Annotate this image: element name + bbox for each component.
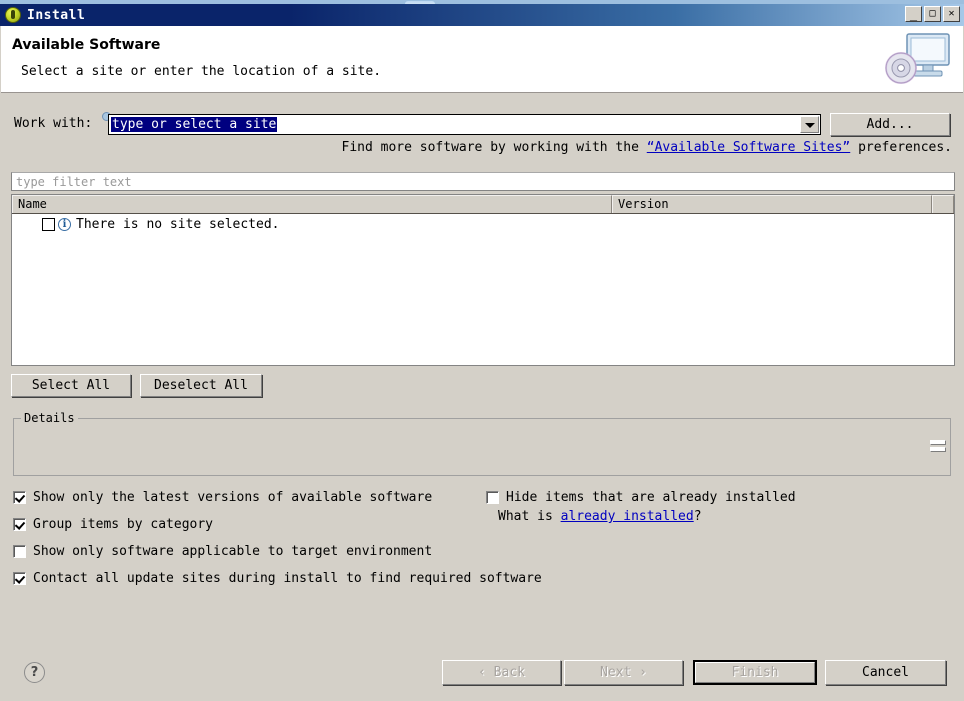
close-button[interactable]: ✕: [943, 6, 960, 22]
option-contact-all-update-sites[interactable]: Contact all update sites during install …: [13, 571, 542, 586]
already-installed-link[interactable]: already installed: [561, 509, 694, 524]
dialog-body: Work with: type or select a site Add... …: [1, 94, 963, 700]
option-label: Show only the latest versions of availab…: [33, 490, 433, 505]
what-is-already-installed: What is already installed?: [498, 509, 702, 524]
option-applicable-to-target[interactable]: Show only software applicable to target …: [13, 544, 432, 559]
what-is-text-after: ?: [693, 509, 702, 524]
option-label: Show only software applicable to target …: [33, 544, 433, 559]
add-site-button[interactable]: Add...: [830, 113, 950, 136]
back-button[interactable]: ‹ Back: [442, 660, 561, 685]
eclipse-install-icon: [5, 7, 21, 23]
option-label: Group items by category: [33, 517, 214, 532]
column-header-version[interactable]: Version: [612, 195, 932, 213]
minimize-button[interactable]: _: [905, 6, 922, 22]
page-subtitle: Select a site or enter the location of a…: [21, 64, 382, 79]
maximize-icon: □: [929, 8, 936, 19]
dialog-banner: Available Software Select a site or ente…: [1, 26, 963, 93]
option-checkbox[interactable]: [13, 518, 26, 531]
work-with-input[interactable]: type or select a site: [111, 117, 278, 132]
option-checkbox[interactable]: [13, 491, 26, 504]
work-with-combo[interactable]: type or select a site: [108, 114, 821, 135]
chevron-down-icon[interactable]: [800, 116, 819, 133]
info-icon: i: [58, 217, 71, 231]
what-is-text-before: What is: [498, 509, 561, 524]
deselect-all-button[interactable]: Deselect All: [140, 374, 262, 397]
option-label: Contact all update sites during install …: [33, 571, 542, 586]
option-checkbox[interactable]: [486, 491, 499, 504]
option-checkbox[interactable]: [13, 572, 26, 585]
finish-button[interactable]: Finish: [693, 660, 817, 685]
maximize-button[interactable]: □: [924, 6, 941, 22]
table-row[interactable]: i There is no site selected.: [12, 214, 954, 234]
column-header-extra[interactable]: [932, 195, 954, 213]
work-with-row: Work with: type or select a site Add...: [1, 112, 963, 138]
option-group-by-category[interactable]: Group items by category: [13, 517, 213, 532]
title-bar[interactable]: Install _ □ ✕: [0, 4, 964, 26]
option-checkbox[interactable]: [13, 545, 26, 558]
column-header-name[interactable]: Name: [12, 195, 612, 213]
computer-cd-icon: [885, 33, 950, 84]
close-icon: ✕: [948, 8, 955, 19]
cancel-button[interactable]: Cancel: [825, 660, 946, 685]
resize-grip-icon[interactable]: [930, 440, 946, 458]
table-header: Name Version: [12, 195, 954, 214]
window-title: Install: [27, 7, 86, 23]
select-all-button[interactable]: Select All: [11, 374, 131, 397]
finish-button-label: Finish: [695, 662, 815, 683]
available-software-sites-link[interactable]: “Available Software Sites”: [647, 140, 851, 155]
page-title: Available Software: [12, 37, 161, 53]
next-button[interactable]: Next ›: [564, 660, 683, 685]
filter-input[interactable]: type filter text: [11, 172, 955, 191]
install-dialog-window: Install _ □ ✕ Available Software Select …: [0, 0, 964, 701]
row-label: There is no site selected.: [76, 216, 280, 232]
hint-text-before: Find more software by working with the: [341, 140, 647, 155]
option-label: Hide items that are already installed: [506, 490, 796, 505]
minimize-icon: _: [909, 7, 918, 21]
window-controls: _ □ ✕: [905, 6, 960, 22]
details-legend: Details: [21, 411, 78, 425]
option-show-latest-versions[interactable]: Show only the latest versions of availab…: [13, 490, 432, 505]
details-group: [13, 418, 951, 476]
option-hide-installed-items[interactable]: Hide items that are already installed: [486, 490, 796, 505]
find-more-software-hint: Find more software by working with the “…: [1, 140, 953, 155]
work-with-label: Work with:: [14, 116, 93, 131]
row-checkbox[interactable]: [42, 217, 55, 231]
software-table[interactable]: Name Version i There is no site selected…: [11, 194, 955, 366]
help-button[interactable]: ?: [24, 662, 45, 683]
hint-text-after: preferences.: [850, 140, 952, 155]
filter-placeholder: type filter text: [16, 175, 132, 189]
